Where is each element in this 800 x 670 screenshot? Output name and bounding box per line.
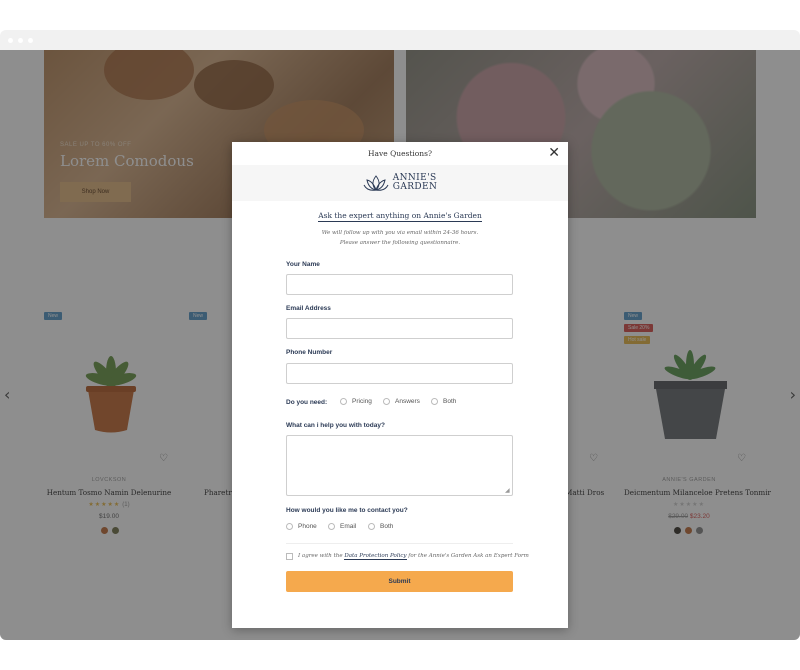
- phone-input[interactable]: [286, 363, 513, 384]
- logo-text: ANNIE'S GARDEN: [392, 173, 438, 193]
- window-dot: [8, 37, 13, 43]
- window-dot: [28, 37, 33, 43]
- radio-button[interactable]: [383, 398, 390, 405]
- agree-text: I agree with the Data Protection Policy …: [298, 553, 529, 560]
- headline-text: Ask the expert anything on Annie's Garde…: [318, 211, 482, 222]
- close-icon[interactable]: ✕: [548, 146, 560, 160]
- data-protection-policy-link[interactable]: Data Protection Policy: [344, 553, 407, 560]
- phone-label: Phone Number: [286, 349, 333, 356]
- divider: [286, 543, 513, 544]
- agree-checkbox[interactable]: [286, 553, 293, 560]
- contact-option-phone[interactable]: Phone: [286, 523, 317, 530]
- modal-title: Have Questions?: [368, 149, 432, 158]
- option-label: Phone: [298, 523, 317, 530]
- message-textarea[interactable]: [286, 435, 513, 496]
- contact-option-both[interactable]: Both: [368, 523, 393, 530]
- radio-button[interactable]: [340, 398, 347, 405]
- agree-suffix: for the Annie's Garden Ask an Expert For…: [406, 553, 529, 559]
- option-label: Pricing: [352, 398, 372, 405]
- browser-titlebar: [0, 30, 800, 50]
- option-label: Both: [443, 398, 457, 405]
- option-label: Email: [340, 523, 357, 530]
- name-label: Your Name: [286, 261, 320, 268]
- email-label: Email Address: [286, 305, 331, 312]
- name-input[interactable]: [286, 274, 513, 295]
- browser-window: SALE UP TO 60% OFF Lorem Comodous Shop N…: [0, 30, 800, 640]
- agree-prefix: I agree with the: [298, 553, 345, 559]
- need-option-both[interactable]: Both: [431, 398, 456, 405]
- option-label: Both: [380, 523, 394, 530]
- window-dot: [18, 37, 23, 43]
- radio-button[interactable]: [328, 523, 335, 530]
- submit-button[interactable]: Submit: [286, 571, 513, 592]
- message-label: What can i help you with today?: [286, 422, 385, 429]
- modal-note: We will follow up with you via email wit…: [232, 228, 568, 248]
- logo-line: GARDEN: [392, 182, 438, 192]
- modal-headline: Ask the expert anything on Annie's Garde…: [232, 211, 568, 222]
- email-input[interactable]: [286, 318, 513, 339]
- modal-header: Have Questions? ✕: [232, 142, 568, 165]
- contact-label: How would you like me to contact you?: [286, 507, 408, 514]
- lotus-icon: [363, 175, 389, 191]
- need-option-answers[interactable]: Answers: [383, 398, 420, 405]
- resize-handle-icon[interactable]: ◢: [505, 487, 510, 494]
- need-option-pricing[interactable]: Pricing: [340, 398, 372, 405]
- ask-expert-modal: Have Questions? ✕ ANNIE'S GARDEN Ask the…: [232, 142, 568, 628]
- store-page: SALE UP TO 60% OFF Lorem Comodous Shop N…: [0, 50, 800, 640]
- brand-logo: ANNIE'S GARDEN: [232, 165, 568, 201]
- radio-button[interactable]: [368, 523, 375, 530]
- note-line: We will follow up with you via email wit…: [321, 230, 479, 236]
- note-line: Please answer the following questionnair…: [339, 240, 461, 246]
- radio-button[interactable]: [431, 398, 438, 405]
- option-label: Answers: [395, 398, 420, 405]
- radio-button[interactable]: [286, 523, 293, 530]
- need-label: Do you need:: [286, 399, 328, 406]
- contact-option-email[interactable]: Email: [328, 523, 356, 530]
